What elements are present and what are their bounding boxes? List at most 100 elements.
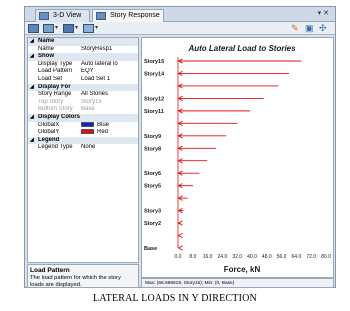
property-category[interactable]: ◢ Show bbox=[28, 53, 138, 61]
property-key: Top Story bbox=[38, 98, 64, 105]
property-category[interactable]: ◢ Legend bbox=[28, 136, 138, 145]
tab-3d-view[interactable]: 3-D View bbox=[35, 9, 90, 22]
tab-bar: 3-D View Story Response ▾ ✕ bbox=[25, 7, 335, 22]
property-category[interactable]: ◢ Display For bbox=[28, 83, 138, 92]
story-label: Story8 bbox=[144, 146, 161, 152]
story-label: Story5 bbox=[144, 184, 161, 190]
display-options-icon[interactable] bbox=[43, 24, 54, 33]
story-label: Base bbox=[144, 246, 157, 252]
x-tick-label: 64.0 bbox=[292, 254, 302, 260]
3d-view-icon bbox=[39, 12, 49, 20]
property-category[interactable]: ◢ Name bbox=[28, 38, 138, 46]
app-window: 3-D View Story Response ▾ ✕ ▾ ▾ ▾ ✎ ▣ ✣ … bbox=[24, 6, 336, 288]
figure-caption: LATERAL LOADS IN Y DIRECTION bbox=[93, 293, 257, 304]
options-icon[interactable]: ▣ bbox=[305, 23, 314, 33]
category-label: Legend bbox=[38, 136, 60, 143]
x-tick-label: 0.0 bbox=[175, 254, 182, 260]
story-label: Story11 bbox=[144, 109, 164, 115]
property-value[interactable]: EQY bbox=[81, 68, 138, 76]
x-tick-label: 80.0 bbox=[321, 254, 331, 260]
tab-label: Story Response bbox=[110, 12, 160, 19]
property-row[interactable]: Bottom Story Base bbox=[28, 106, 138, 114]
property-key: Name bbox=[38, 45, 55, 52]
collapse-icon[interactable]: ◢ bbox=[30, 38, 34, 46]
properties-icon[interactable] bbox=[28, 24, 39, 33]
chart-title: Auto Lateral Load to Stories bbox=[187, 44, 296, 53]
chevron-down-icon[interactable]: ▾ bbox=[75, 24, 78, 33]
property-key: Load Pattern bbox=[38, 68, 73, 75]
story-label: Story15 bbox=[144, 59, 164, 65]
property-value[interactable]: Load Set 1 bbox=[81, 76, 138, 84]
collapse-icon[interactable]: ◢ bbox=[30, 53, 34, 61]
property-value[interactable]: Blue bbox=[81, 121, 138, 130]
tab-label: 3-D View bbox=[53, 12, 82, 19]
property-key: Story Range bbox=[38, 91, 72, 98]
property-description: Load Pattern The load pattern for which … bbox=[27, 264, 139, 288]
table-icon[interactable] bbox=[63, 24, 74, 33]
property-value[interactable]: Base bbox=[81, 106, 138, 114]
x-tick-label: 16.0 bbox=[203, 254, 213, 260]
color-swatch bbox=[81, 121, 94, 127]
property-key: GlobalY bbox=[38, 129, 60, 136]
x-tick-label: 24.0 bbox=[218, 254, 228, 260]
x-tick-label: 32.0 bbox=[232, 254, 242, 260]
x-tick-label: 56.0 bbox=[277, 254, 287, 260]
collapse-icon[interactable]: ◢ bbox=[30, 114, 34, 122]
property-key: Bottom Story bbox=[38, 106, 73, 113]
x-tick-label: 8.0 bbox=[189, 254, 196, 260]
property-key: Load Set bbox=[38, 75, 63, 82]
property-row[interactable]: Story Range All Stories bbox=[28, 91, 138, 99]
category-label: Display Colors bbox=[38, 113, 81, 120]
property-category[interactable]: ◢ Display Colors bbox=[28, 113, 138, 122]
story-label: Story12 bbox=[144, 96, 164, 102]
property-value[interactable]: All Stories bbox=[81, 91, 138, 99]
property-row[interactable]: Name StoryResp1 bbox=[28, 46, 138, 54]
property-key: Legend Type bbox=[38, 144, 73, 151]
property-value[interactable]: Red bbox=[81, 129, 138, 137]
description-text: The load pattern for which the story loa… bbox=[30, 275, 121, 288]
property-grid: ◢ Name Name StoryResp1 ◢ Show Display Type Auto… bbox=[27, 37, 139, 263]
chart-svg: Auto Lateral Load to Stories Force, kN B… bbox=[144, 44, 331, 274]
arrowhead-icon bbox=[178, 232, 183, 239]
category-label: Display For bbox=[38, 83, 71, 90]
export-icon[interactable] bbox=[83, 24, 94, 33]
property-key: GlobalX bbox=[38, 121, 60, 128]
x-tick-label: 48.0 bbox=[262, 254, 272, 260]
chevron-down-icon[interactable]: ▾ bbox=[95, 24, 98, 33]
story-response-chart: Auto Lateral Load to Stories Force, kN B… bbox=[141, 37, 334, 278]
category-label: Name bbox=[38, 38, 55, 44]
pencil-icon[interactable]: ✎ bbox=[291, 23, 299, 33]
property-value-text: Red bbox=[97, 129, 109, 136]
tab-story-response[interactable]: Story Response bbox=[92, 9, 164, 22]
story-response-icon bbox=[96, 12, 106, 20]
property-row[interactable]: GlobalY Red bbox=[28, 129, 138, 137]
chevron-down-icon[interactable]: ▾ bbox=[55, 24, 58, 33]
arrowhead-icon bbox=[178, 245, 183, 251]
pin-icon[interactable]: ✣ bbox=[319, 23, 327, 33]
window-controls[interactable]: ▾ ✕ bbox=[318, 9, 329, 19]
property-value-text: Blue bbox=[97, 121, 110, 128]
property-value[interactable]: None bbox=[81, 144, 138, 152]
property-row[interactable]: Display Type Auto lateral lo bbox=[28, 61, 138, 69]
property-row[interactable]: Top Story Story15 bbox=[28, 99, 138, 107]
property-row[interactable]: Legend Type None bbox=[28, 144, 138, 152]
collapse-icon[interactable]: ◢ bbox=[30, 137, 34, 145]
color-swatch bbox=[81, 129, 94, 135]
property-row[interactable]: Load Set Load Set 1 bbox=[28, 76, 138, 84]
story-label: Story3 bbox=[144, 209, 161, 215]
category-label: Show bbox=[38, 53, 54, 60]
property-row[interactable]: Load Pattern EQY bbox=[28, 68, 138, 76]
property-value[interactable]: StoryResp1 bbox=[81, 46, 138, 54]
property-value[interactable]: Story15 bbox=[81, 99, 138, 107]
toolbar: ▾ ▾ ▾ ✎ ▣ ✣ bbox=[25, 22, 335, 35]
collapse-icon[interactable]: ◢ bbox=[30, 84, 34, 92]
x-tick-label: 72.0 bbox=[306, 254, 316, 260]
description-title: Load Pattern bbox=[30, 267, 70, 274]
story-label: Story6 bbox=[144, 171, 161, 177]
property-value[interactable]: Auto lateral lo bbox=[81, 61, 138, 69]
story-label: Story2 bbox=[144, 221, 161, 227]
property-row[interactable]: GlobalX Blue bbox=[28, 121, 138, 130]
property-key: Display Type bbox=[38, 60, 73, 67]
story-label: Story14 bbox=[144, 71, 165, 77]
story-label: Story9 bbox=[144, 134, 161, 140]
